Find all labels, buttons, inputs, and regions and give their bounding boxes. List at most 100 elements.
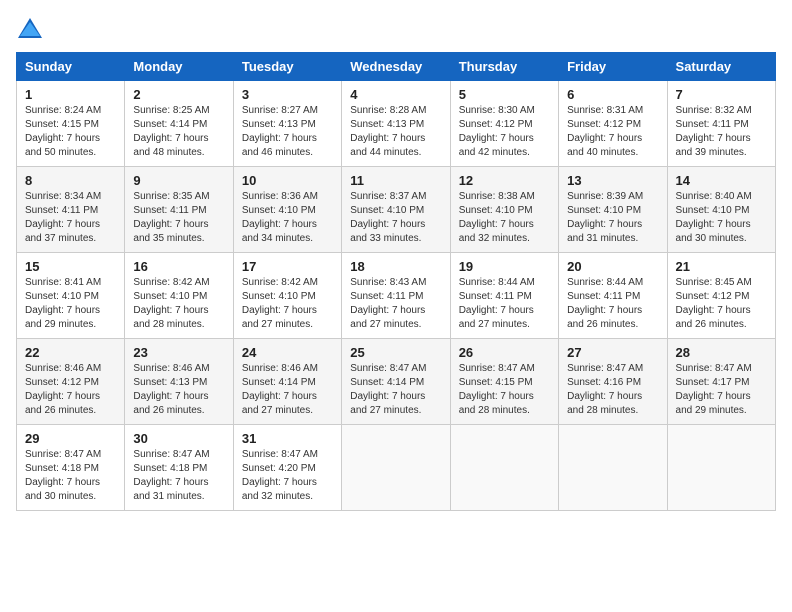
day-cell-2: 2 Sunrise: 8:25 AMSunset: 4:14 PMDaylight… <box>125 81 233 167</box>
day-info: Sunrise: 8:24 AMSunset: 4:15 PMDaylight:… <box>25 105 101 158</box>
day-cell-6: 6 Sunrise: 8:31 AMSunset: 4:12 PMDaylight… <box>559 81 667 167</box>
day-cell-20: 20 Sunrise: 8:44 AMSunset: 4:11 PMDayligh… <box>559 253 667 339</box>
day-cell-1: 1 Sunrise: 8:24 AMSunset: 4:15 PMDaylight… <box>17 81 125 167</box>
col-header-thursday: Thursday <box>450 53 558 81</box>
day-info: Sunrise: 8:46 AMSunset: 4:12 PMDaylight:… <box>25 363 101 416</box>
day-number: 5 <box>459 87 550 102</box>
empty-cell <box>667 425 775 511</box>
day-cell-27: 27Sunrise: 8:47 AMSunset: 4:16 PMDayligh… <box>559 339 667 425</box>
day-info: Sunrise: 8:39 AMSunset: 4:10 PMDaylight:… <box>567 191 643 244</box>
day-cell-12: 12 Sunrise: 8:38 AMSunset: 4:10 PMDayligh… <box>450 167 558 253</box>
day-info: Sunrise: 8:27 AMSunset: 4:13 PMDaylight:… <box>242 105 318 158</box>
day-number: 1 <box>25 87 116 102</box>
day-cell-26: 26Sunrise: 8:47 AMSunset: 4:15 PMDayligh… <box>450 339 558 425</box>
day-number: 15 <box>25 259 116 274</box>
day-cell-29: 29 Sunrise: 8:47 AMSunset: 4:18 PMDayligh… <box>17 425 125 511</box>
day-cell-9: 9 Sunrise: 8:35 AMSunset: 4:11 PMDaylight… <box>125 167 233 253</box>
day-cell-19: 19 Sunrise: 8:44 AMSunset: 4:11 PMDayligh… <box>450 253 558 339</box>
col-header-tuesday: Tuesday <box>233 53 341 81</box>
day-number: 3 <box>242 87 333 102</box>
day-cell-3: 3 Sunrise: 8:27 AMSunset: 4:13 PMDaylight… <box>233 81 341 167</box>
day-cell-22: 22 Sunrise: 8:46 AMSunset: 4:12 PMDayligh… <box>17 339 125 425</box>
day-cell-8: 8 Sunrise: 8:34 AMSunset: 4:11 PMDaylight… <box>17 167 125 253</box>
day-number: 20 <box>567 259 658 274</box>
day-number: 17 <box>242 259 333 274</box>
day-info: Sunrise: 8:46 AMSunset: 4:14 PMDaylight:… <box>242 363 318 416</box>
week-row-4: 22 Sunrise: 8:46 AMSunset: 4:12 PMDayligh… <box>17 339 776 425</box>
day-info: Sunrise: 8:47 AMSunset: 4:14 PMDaylight:… <box>350 363 426 416</box>
day-number: 25 <box>350 345 441 360</box>
day-cell-10: 10Sunrise: 8:36 AMSunset: 4:10 PMDayligh… <box>233 167 341 253</box>
day-number: 28 <box>676 345 767 360</box>
day-number: 24 <box>242 345 333 360</box>
day-info: Sunrise: 8:34 AMSunset: 4:11 PMDaylight:… <box>25 191 101 244</box>
day-info: Sunrise: 8:28 AMSunset: 4:13 PMDaylight:… <box>350 105 426 158</box>
logo <box>16 16 48 44</box>
day-number: 4 <box>350 87 441 102</box>
day-cell-17: 17Sunrise: 8:42 AMSunset: 4:10 PMDayligh… <box>233 253 341 339</box>
day-number: 2 <box>133 87 224 102</box>
day-cell-15: 15 Sunrise: 8:41 AMSunset: 4:10 PMDayligh… <box>17 253 125 339</box>
day-cell-16: 16 Sunrise: 8:42 AMSunset: 4:10 PMDayligh… <box>125 253 233 339</box>
day-info: Sunrise: 8:31 AMSunset: 4:12 PMDaylight:… <box>567 105 643 158</box>
empty-cell <box>342 425 450 511</box>
day-cell-30: 30Sunrise: 8:47 AMSunset: 4:18 PMDayligh… <box>125 425 233 511</box>
day-cell-28: 28 Sunrise: 8:47 AMSunset: 4:17 PMDayligh… <box>667 339 775 425</box>
calendar-table: SundayMondayTuesdayWednesdayThursdayFrid… <box>16 52 776 511</box>
day-info: Sunrise: 8:47 AMSunset: 4:17 PMDaylight:… <box>676 363 752 416</box>
day-number: 13 <box>567 173 658 188</box>
col-header-friday: Friday <box>559 53 667 81</box>
day-info: Sunrise: 8:47 AMSunset: 4:16 PMDaylight:… <box>567 363 643 416</box>
day-number: 22 <box>25 345 116 360</box>
day-number: 12 <box>459 173 550 188</box>
header-row: SundayMondayTuesdayWednesdayThursdayFrid… <box>17 53 776 81</box>
day-cell-24: 24 Sunrise: 8:46 AMSunset: 4:14 PMDayligh… <box>233 339 341 425</box>
page-header <box>16 16 776 44</box>
day-info: Sunrise: 8:45 AMSunset: 4:12 PMDaylight:… <box>676 277 752 330</box>
day-cell-23: 23Sunrise: 8:46 AMSunset: 4:13 PMDayligh… <box>125 339 233 425</box>
day-number: 23 <box>133 345 224 360</box>
week-row-2: 8 Sunrise: 8:34 AMSunset: 4:11 PMDaylight… <box>17 167 776 253</box>
day-info: Sunrise: 8:44 AMSunset: 4:11 PMDaylight:… <box>567 277 643 330</box>
day-number: 14 <box>676 173 767 188</box>
day-cell-4: 4 Sunrise: 8:28 AMSunset: 4:13 PMDaylight… <box>342 81 450 167</box>
col-header-wednesday: Wednesday <box>342 53 450 81</box>
day-cell-14: 14 Sunrise: 8:40 AMSunset: 4:10 PMDayligh… <box>667 167 775 253</box>
day-info: Sunrise: 8:47 AMSunset: 4:18 PMDaylight:… <box>25 449 101 502</box>
day-info: Sunrise: 8:43 AMSunset: 4:11 PMDaylight:… <box>350 277 426 330</box>
day-info: Sunrise: 8:37 AMSunset: 4:10 PMDaylight:… <box>350 191 426 244</box>
day-cell-25: 25 Sunrise: 8:47 AMSunset: 4:14 PMDayligh… <box>342 339 450 425</box>
week-row-5: 29 Sunrise: 8:47 AMSunset: 4:18 PMDayligh… <box>17 425 776 511</box>
day-info: Sunrise: 8:41 AMSunset: 4:10 PMDaylight:… <box>25 277 101 330</box>
day-cell-11: 11 Sunrise: 8:37 AMSunset: 4:10 PMDayligh… <box>342 167 450 253</box>
week-row-1: 1 Sunrise: 8:24 AMSunset: 4:15 PMDaylight… <box>17 81 776 167</box>
day-cell-5: 5 Sunrise: 8:30 AMSunset: 4:12 PMDaylight… <box>450 81 558 167</box>
day-info: Sunrise: 8:32 AMSunset: 4:11 PMDaylight:… <box>676 105 752 158</box>
col-header-monday: Monday <box>125 53 233 81</box>
day-number: 16 <box>133 259 224 274</box>
day-cell-31: 31Sunrise: 8:47 AMSunset: 4:20 PMDayligh… <box>233 425 341 511</box>
day-number: 8 <box>25 173 116 188</box>
day-info: Sunrise: 8:47 AMSunset: 4:15 PMDaylight:… <box>459 363 535 416</box>
day-info: Sunrise: 8:25 AMSunset: 4:14 PMDaylight:… <box>133 105 209 158</box>
day-info: Sunrise: 8:47 AMSunset: 4:18 PMDaylight:… <box>133 449 209 502</box>
day-number: 19 <box>459 259 550 274</box>
col-header-sunday: Sunday <box>17 53 125 81</box>
day-info: Sunrise: 8:44 AMSunset: 4:11 PMDaylight:… <box>459 277 535 330</box>
day-info: Sunrise: 8:38 AMSunset: 4:10 PMDaylight:… <box>459 191 535 244</box>
day-number: 18 <box>350 259 441 274</box>
day-cell-13: 13 Sunrise: 8:39 AMSunset: 4:10 PMDayligh… <box>559 167 667 253</box>
day-info: Sunrise: 8:35 AMSunset: 4:11 PMDaylight:… <box>133 191 209 244</box>
day-number: 9 <box>133 173 224 188</box>
day-info: Sunrise: 8:40 AMSunset: 4:10 PMDaylight:… <box>676 191 752 244</box>
day-number: 31 <box>242 431 333 446</box>
day-info: Sunrise: 8:30 AMSunset: 4:12 PMDaylight:… <box>459 105 535 158</box>
day-info: Sunrise: 8:42 AMSunset: 4:10 PMDaylight:… <box>133 277 209 330</box>
day-number: 11 <box>350 173 441 188</box>
day-number: 29 <box>25 431 116 446</box>
col-header-saturday: Saturday <box>667 53 775 81</box>
day-number: 6 <box>567 87 658 102</box>
empty-cell <box>559 425 667 511</box>
day-cell-21: 21 Sunrise: 8:45 AMSunset: 4:12 PMDayligh… <box>667 253 775 339</box>
day-number: 21 <box>676 259 767 274</box>
